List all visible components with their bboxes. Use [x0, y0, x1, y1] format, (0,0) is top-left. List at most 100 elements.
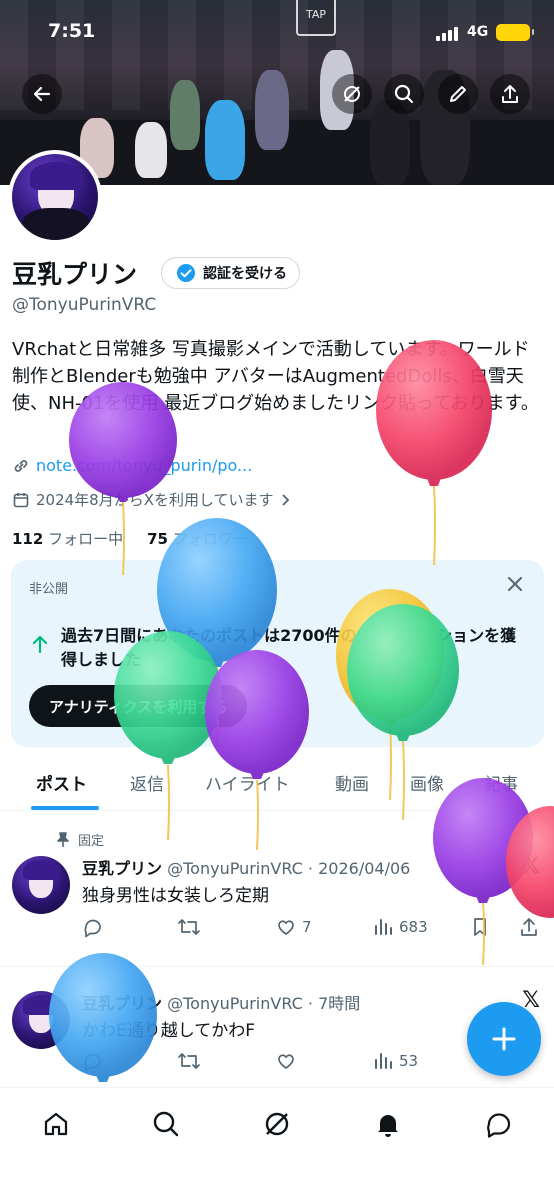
post-author-name[interactable]: 豆乳プリン [82, 859, 162, 878]
comment-icon [84, 1053, 101, 1072]
like-button[interactable]: 7 [275, 916, 312, 938]
followers-count: 75 [147, 530, 168, 548]
reply-button[interactable] [82, 916, 104, 938]
like-count: 7 [302, 918, 312, 936]
views-button[interactable]: 53 [372, 1050, 418, 1072]
get-verified-button[interactable]: 認証を受ける [161, 257, 300, 289]
joined-date[interactable]: 2024年8月からXを利用しています [12, 489, 292, 510]
repost-button[interactable] [177, 1050, 201, 1072]
repost-button[interactable] [177, 916, 201, 938]
arrow-left-icon [33, 86, 51, 102]
nav-home[interactable] [38, 1106, 74, 1142]
analytics-card: 非公開 過去7日間にあなたのポストは2700件のインプレッションを獲得しました … [11, 560, 544, 747]
profile-avatar[interactable] [8, 150, 102, 244]
post-time[interactable]: 2026/04/06 [318, 859, 410, 878]
nav-notifications[interactable] [370, 1106, 406, 1142]
arrow-up-icon [32, 635, 48, 654]
banner-figure [135, 122, 167, 178]
banner-figure [205, 100, 245, 180]
close-icon [508, 577, 522, 591]
post-author-handle[interactable]: @TonyuPurinVRC [167, 859, 303, 878]
use-analytics-button[interactable]: アナリティクスを利用する [29, 685, 248, 727]
chevron-right-icon [281, 493, 289, 506]
views-button[interactable]: 683 [372, 916, 428, 938]
following-link[interactable]: 112 フォロー中 [12, 528, 123, 549]
banner-figure [170, 80, 200, 150]
like-button[interactable] [275, 1050, 297, 1072]
post-separator: · [307, 994, 313, 1013]
tab-posts[interactable]: ポスト [36, 770, 87, 795]
pinned-text: 固定 [78, 834, 105, 849]
verified-badge-icon [177, 264, 195, 282]
calendar-icon [13, 492, 29, 507]
profile-link[interactable]: note.com/tonyu_purin/po... [12, 456, 252, 475]
post-share-button[interactable] [518, 916, 540, 938]
tab-replies[interactable]: 返信 [130, 770, 164, 795]
profile-bio: VRchatと日常雑多 写真撮影メインで活動しています。ワールド制作とBlend… [12, 339, 539, 414]
share-button[interactable] [490, 74, 530, 114]
tab-articles[interactable]: 記事 [484, 770, 518, 795]
tab-images[interactable]: 画像 [410, 770, 444, 795]
heart-icon [278, 1054, 294, 1069]
share-icon [521, 918, 537, 936]
comment-icon [84, 919, 101, 938]
repost-icon [178, 1053, 200, 1069]
post-text: かわE通り越してかわF [82, 1021, 256, 1041]
post-time[interactable]: 7時間 [318, 994, 360, 1013]
bookmark-button[interactable] [470, 916, 490, 938]
followers-label: フォロワー [172, 530, 248, 548]
compose-button[interactable] [467, 1002, 541, 1076]
following-label: フォロー中 [48, 530, 124, 548]
post-header: 豆乳プリン @TonyuPurinVRC · 2026/04/06 [82, 855, 410, 879]
signal-icon [436, 27, 458, 41]
grok-icon [344, 86, 360, 102]
analytics-icon [375, 1053, 392, 1069]
nav-grok[interactable] [259, 1106, 295, 1142]
nav-messages[interactable] [481, 1106, 517, 1142]
pencil-icon [450, 86, 466, 102]
get-verified-label: 認証を受ける [203, 266, 287, 282]
post-text: 独身男性は女装しろ定期 [82, 886, 269, 906]
profile-handle: @TonyuPurinVRC [12, 295, 157, 315]
plus-icon [492, 1027, 516, 1051]
x-logo-icon: 𝕏 [522, 854, 540, 879]
profile-tabs: ポスト 返信 ハイライト 動画 画像 記事 [0, 758, 554, 811]
search-button[interactable] [384, 74, 424, 114]
battery-icon [496, 24, 534, 41]
network-label: 4G [467, 24, 489, 40]
nav-search[interactable] [148, 1106, 184, 1142]
follow-stats: 112 フォロー中 75 フォロワー [12, 528, 248, 549]
repost-icon [178, 919, 200, 935]
share-icon [502, 85, 518, 103]
profile-name: 豆乳プリン [12, 260, 138, 289]
bookmark-icon [474, 918, 486, 936]
private-tag: 非公開 [29, 582, 69, 597]
view-count: 53 [399, 1052, 419, 1070]
link-icon [14, 459, 28, 472]
pinned-label: 固定 [56, 830, 104, 849]
analytics-message: 過去7日間にあなたのポストは2700件のインプレッションを獲得しました [61, 626, 517, 669]
followers-link[interactable]: 75 フォロワー [147, 528, 248, 549]
tab-highlights[interactable]: ハイライト [205, 770, 290, 795]
edit-button[interactable] [438, 74, 478, 114]
tab-videos[interactable]: 動画 [335, 770, 369, 795]
close-card-button[interactable] [506, 574, 524, 599]
back-button[interactable] [22, 74, 62, 114]
post-author-name[interactable]: 豆乳プリン [82, 994, 162, 1013]
reply-button[interactable] [82, 1050, 104, 1072]
view-count: 683 [399, 918, 428, 936]
banner-figure [255, 70, 289, 150]
avatar-image [12, 154, 98, 240]
profile-link-text[interactable]: note.com/tonyu_purin/po... [36, 456, 252, 475]
bell-icon [378, 1115, 398, 1137]
post-item[interactable]: 固定 豆乳プリン @TonyuPurinVRC · 2026/04/06 𝕏 独… [0, 812, 554, 967]
status-bar: 7:51 4G [0, 0, 554, 60]
joined-date-text: 2024年8月からXを利用しています [36, 491, 274, 509]
post-avatar[interactable] [12, 856, 70, 914]
post-author-handle[interactable]: @TonyuPurinVRC [167, 994, 303, 1013]
post-separator: · [307, 859, 313, 878]
bottom-nav [0, 1087, 554, 1199]
post-avatar[interactable] [12, 991, 70, 1049]
grok-button[interactable] [332, 74, 372, 114]
following-count: 112 [12, 530, 44, 548]
